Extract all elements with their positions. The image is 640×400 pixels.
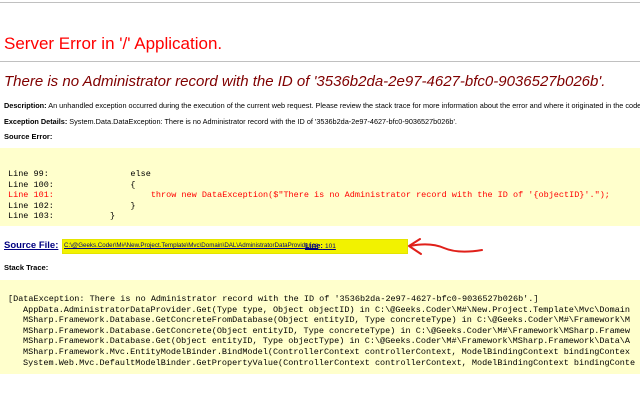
hand-drawn-arrow-icon (408, 238, 483, 255)
title-divider (0, 61, 640, 62)
stack-trace-frame: System.Web.Mvc.DefaultModelBinder.GetPro… (23, 357, 636, 368)
source-file-label[interactable]: Source File: (4, 240, 58, 251)
description-label: Description: (4, 101, 47, 110)
exception-details-text: System.Data.DataException: There is no A… (69, 117, 457, 126)
source-line-info: Line: 101 (305, 241, 336, 250)
source-code-line: Line 103: } (8, 211, 116, 222)
stack-trace-lines: [DataException: There is no Administrato… (8, 294, 635, 368)
source-code-line: Line 100: { (8, 179, 136, 190)
page-title: Server Error in '/' Application. (4, 34, 223, 53)
description-text: An unhandled exception occurred during t… (48, 101, 640, 110)
source-code-line: Line 99: else (8, 169, 151, 179)
source-code-lines: Line 99: else Line 100: {Line 101: throw … (8, 169, 610, 222)
stack-trace-heading: Stack Trace: (4, 263, 49, 272)
source-line-label: Line: (305, 241, 323, 250)
source-error-box: Line 99: else Line 100: {Line 101: throw … (0, 148, 640, 226)
stack-trace-frame: MSharp.Framework.Mvc.EntityModelBinder.B… (23, 346, 630, 357)
stack-trace-frame: MSharp.Framework.Database.GetConcrete(Ob… (23, 325, 630, 336)
source-error-heading: Source Error: (4, 132, 53, 141)
error-message: There is no Administrator record with th… (4, 73, 606, 90)
source-file-path[interactable]: C:\@Geeks.Coder\M#\New.Project.Template\… (64, 242, 318, 249)
description: Description: An unhandled exception occu… (4, 101, 640, 110)
stack-trace-exception-line: [DataException: There is no Administrato… (8, 294, 539, 304)
source-line-number: 101 (325, 243, 336, 250)
source-code-error-line: Line 101: throw new DataException($"Ther… (8, 190, 610, 201)
source-code-line: Line 102: } (8, 200, 136, 211)
stack-trace-frame: MSharp.Framework.Database.GetConcreteFro… (23, 315, 630, 326)
stack-trace-box: [DataException: There is no Administrato… (0, 280, 640, 374)
stack-trace-frame: AppData.AdministratorDataProvider.Get(Ty… (23, 304, 630, 315)
top-divider (0, 2, 640, 3)
exception-details-label: Exception Details: (4, 117, 68, 126)
stack-trace-frame: MSharp.Framework.Database.Get(Object ent… (23, 336, 630, 347)
exception-details: Exception Details: System.Data.DataExcep… (4, 117, 457, 126)
